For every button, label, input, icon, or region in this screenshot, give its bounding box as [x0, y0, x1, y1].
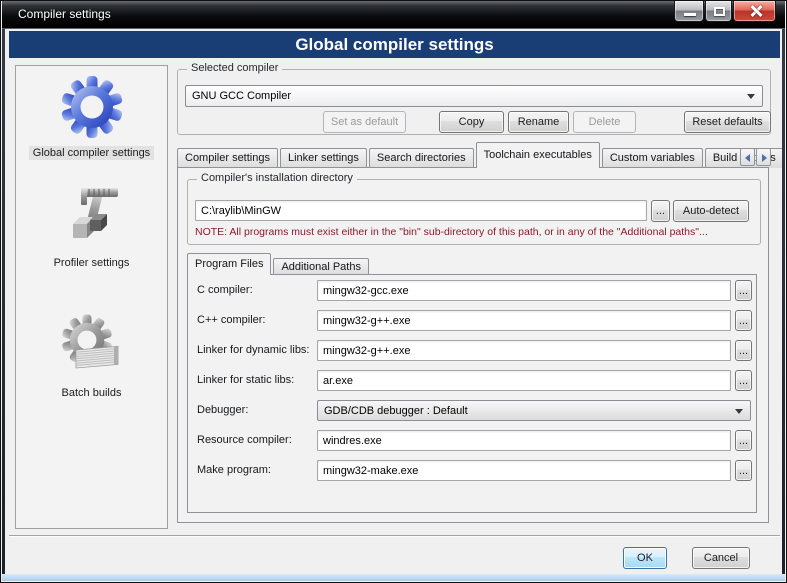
auto-detect-button[interactable]: Auto-detect: [673, 200, 749, 222]
blue-gear-icon: [60, 74, 124, 138]
minimize-button[interactable]: [674, 1, 704, 22]
tab-search-directories[interactable]: Search directories: [369, 148, 474, 168]
tab-custom-variables[interactable]: Custom variables: [602, 148, 703, 168]
static-linker-input[interactable]: [317, 370, 731, 391]
copy-button[interactable]: Copy: [439, 111, 504, 133]
make-program-input[interactable]: [317, 460, 731, 481]
settings-tabstrip: Compiler settings Linker settings Search…: [177, 142, 737, 168]
maximize-icon: [714, 7, 725, 16]
tab-program-files[interactable]: Program Files: [187, 253, 271, 275]
debugger-label: Debugger:: [197, 404, 248, 416]
tab-linker-settings[interactable]: Linker settings: [280, 148, 367, 168]
cpp-compiler-browse-button[interactable]: ...: [735, 310, 752, 331]
footer-divider: [9, 535, 780, 536]
installation-directory-legend: Compiler's installation directory: [197, 172, 357, 184]
dynamic-linker-label: Linker for dynamic libs:: [197, 344, 310, 356]
arrow-left-icon: [745, 154, 750, 162]
window-border-bottom: [2, 574, 785, 581]
installation-directory-input[interactable]: [195, 200, 647, 221]
reset-defaults-button[interactable]: Reset defaults: [684, 111, 771, 133]
resource-compiler-browse-button[interactable]: ...: [735, 430, 752, 451]
sidebar-item-global-compiler-settings[interactable]: Global compiler settings: [16, 74, 167, 161]
dynamic-linker-input[interactable]: [317, 340, 731, 361]
tab-additional-paths[interactable]: Additional Paths: [273, 258, 369, 275]
window-border-left: [2, 29, 5, 581]
titlebar[interactable]: Compiler settings: [2, 1, 785, 29]
compiler-settings-window: Compiler settings Global compiler settin…: [0, 0, 787, 583]
cancel-button[interactable]: Cancel: [692, 547, 750, 569]
close-icon: [750, 5, 762, 17]
tab-toolchain-executables[interactable]: Toolchain executables: [476, 142, 600, 168]
cpp-compiler-input[interactable]: [317, 310, 731, 331]
delete-button[interactable]: Delete: [573, 111, 636, 133]
tab-scroll-buttons: [739, 148, 771, 166]
static-linker-label: Linker for static libs:: [197, 374, 294, 386]
tab-scroll-right-button[interactable]: [756, 148, 771, 166]
c-compiler-input[interactable]: [317, 280, 731, 301]
ok-button[interactable]: OK: [623, 547, 667, 569]
chevron-down-icon: [747, 94, 755, 99]
browse-directory-button[interactable]: ...: [651, 200, 670, 222]
sidebar-item-label: Batch builds: [58, 386, 126, 400]
gear-stack-icon: [60, 314, 124, 378]
sidebar-item-label: Global compiler settings: [29, 146, 154, 160]
window-controls: [673, 1, 776, 22]
static-linker-browse-button[interactable]: ...: [735, 370, 752, 391]
close-button[interactable]: [733, 1, 776, 22]
sidebar-item-batch-builds[interactable]: Batch builds: [16, 314, 167, 401]
make-program-label: Make program:: [197, 464, 271, 476]
resource-compiler-label: Resource compiler:: [197, 434, 292, 446]
selected-compiler-legend: Selected compiler: [187, 62, 282, 74]
settings-category-list: Global compiler settings P: [15, 65, 168, 529]
c-compiler-browse-button[interactable]: ...: [735, 280, 752, 301]
tab-scroll-left-button[interactable]: [740, 148, 755, 166]
installation-note: NOTE: All programs must exist either in …: [195, 226, 757, 238]
sidebar-item-label: Profiler settings: [50, 256, 134, 270]
c-compiler-label: C compiler:: [197, 284, 253, 296]
maximize-button[interactable]: [705, 1, 732, 22]
debugger-select-value: GDB/CDB debugger : Default: [324, 405, 468, 417]
resource-compiler-input[interactable]: [317, 430, 731, 451]
compiler-select-value: GNU GCC Compiler: [192, 90, 291, 102]
program-files-tabstrip: Program Files Additional Paths: [187, 253, 487, 275]
arrow-right-icon: [762, 154, 767, 162]
rename-button[interactable]: Rename: [508, 111, 569, 133]
caliper-icon: [60, 184, 124, 248]
page-title: Global compiler settings: [9, 31, 780, 58]
dynamic-linker-browse-button[interactable]: ...: [735, 340, 752, 361]
debugger-select[interactable]: GDB/CDB debugger : Default: [317, 400, 751, 421]
window-title: Compiler settings: [18, 1, 111, 28]
tab-compiler-settings[interactable]: Compiler settings: [177, 148, 278, 168]
window-border-right: [782, 29, 785, 581]
compiler-select[interactable]: GNU GCC Compiler: [185, 85, 763, 107]
set-as-default-button[interactable]: Set as default: [323, 111, 406, 133]
sidebar-item-profiler-settings[interactable]: Profiler settings: [16, 184, 167, 271]
minimize-icon: [684, 13, 696, 16]
make-program-browse-button[interactable]: ...: [735, 460, 752, 481]
cpp-compiler-label: C++ compiler:: [197, 314, 265, 326]
chevron-down-icon: [735, 409, 743, 414]
